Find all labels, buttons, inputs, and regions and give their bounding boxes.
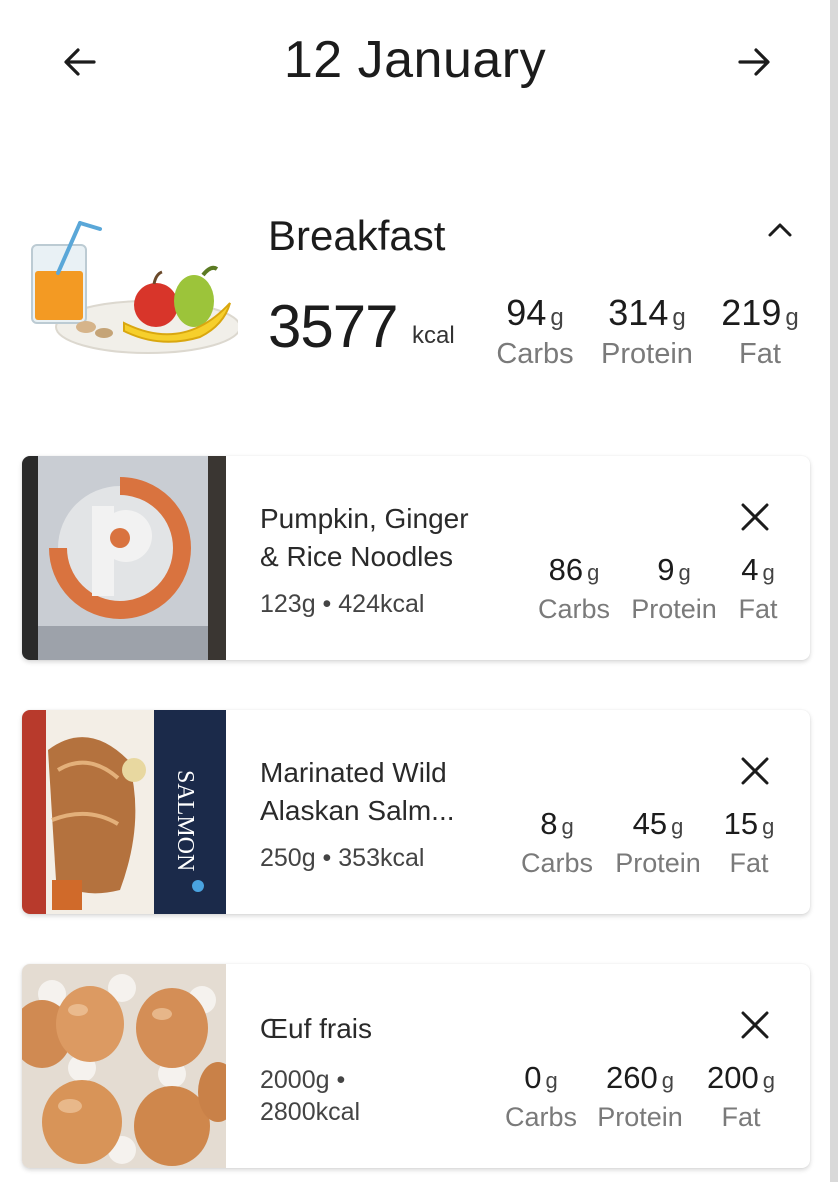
food-item-card[interactable]: Pumpkin, Ginger & Rice Noodles 123g • 42… <box>22 456 810 660</box>
food-macro-protein: 45 g Protein <box>615 806 701 878</box>
food-amount-calories: 2000g • 2800kcal <box>260 1066 361 1126</box>
collapse-meal-button[interactable] <box>760 210 800 250</box>
food-amount-calories: 250g • 353kcal <box>260 844 425 872</box>
meal-macro-carbs: 94 g Carbs <box>496 292 574 370</box>
window-edge <box>830 0 838 1182</box>
meal-calories: 3577 <box>268 293 398 360</box>
food-macro-carbs: 86 g Carbs <box>537 552 611 624</box>
meal-macro-fat: 219 g Fat <box>721 292 799 370</box>
arrow-right-icon <box>738 48 770 76</box>
food-macro-carbs: 8g Carbs <box>520 806 594 878</box>
food-name: Pumpkin, Ginger & Rice Noodles <box>260 503 469 572</box>
remove-food-button[interactable] <box>734 496 776 538</box>
date-header: 12 January <box>0 0 830 120</box>
food-macro-fat: 4g Fat <box>738 552 778 624</box>
breakfast-illustration <box>31 221 238 354</box>
food-macro-carbs: 0g Carbs <box>504 1060 578 1132</box>
eggs-thumbnail <box>22 964 226 1168</box>
food-macro-protein: 260 g Protein <box>597 1060 683 1132</box>
remove-food-button[interactable] <box>734 1004 776 1046</box>
food-name: Marinated Wild Alaskan Salm... <box>260 757 455 826</box>
meal-name: Breakfast <box>268 212 446 259</box>
food-item-card[interactable]: SALMON Marinated Wild Alaskan Salm... 25… <box>22 710 810 914</box>
food-name: Œuf frais <box>260 1013 373 1044</box>
close-icon <box>741 1011 769 1039</box>
food-macro-fat: 15 g Fat <box>723 806 775 878</box>
close-icon <box>741 503 769 531</box>
food-amount-calories: 123g • 424kcal <box>260 590 425 618</box>
page-title: 12 January <box>283 31 547 89</box>
remove-food-button[interactable] <box>734 750 776 792</box>
close-icon <box>741 757 769 785</box>
meal-calories-unit: kcal <box>412 322 455 349</box>
next-day-button[interactable] <box>726 34 782 90</box>
meal-macro-protein: 314 g Protein <box>601 292 693 370</box>
salmon-package-thumbnail: SALMON <box>22 710 226 914</box>
salmon-package-label: SALMON <box>172 770 198 871</box>
food-macro-protein: 9g Protein <box>631 552 717 624</box>
chevron-up-icon <box>768 223 792 237</box>
food-item-card[interactable]: Œuf frais 2000g • 2800kcal 0g Carbs 260 g… <box>22 964 810 1168</box>
food-macro-fat: 200 g Fat <box>707 1060 775 1132</box>
product-logo-thumbnail <box>22 456 226 660</box>
